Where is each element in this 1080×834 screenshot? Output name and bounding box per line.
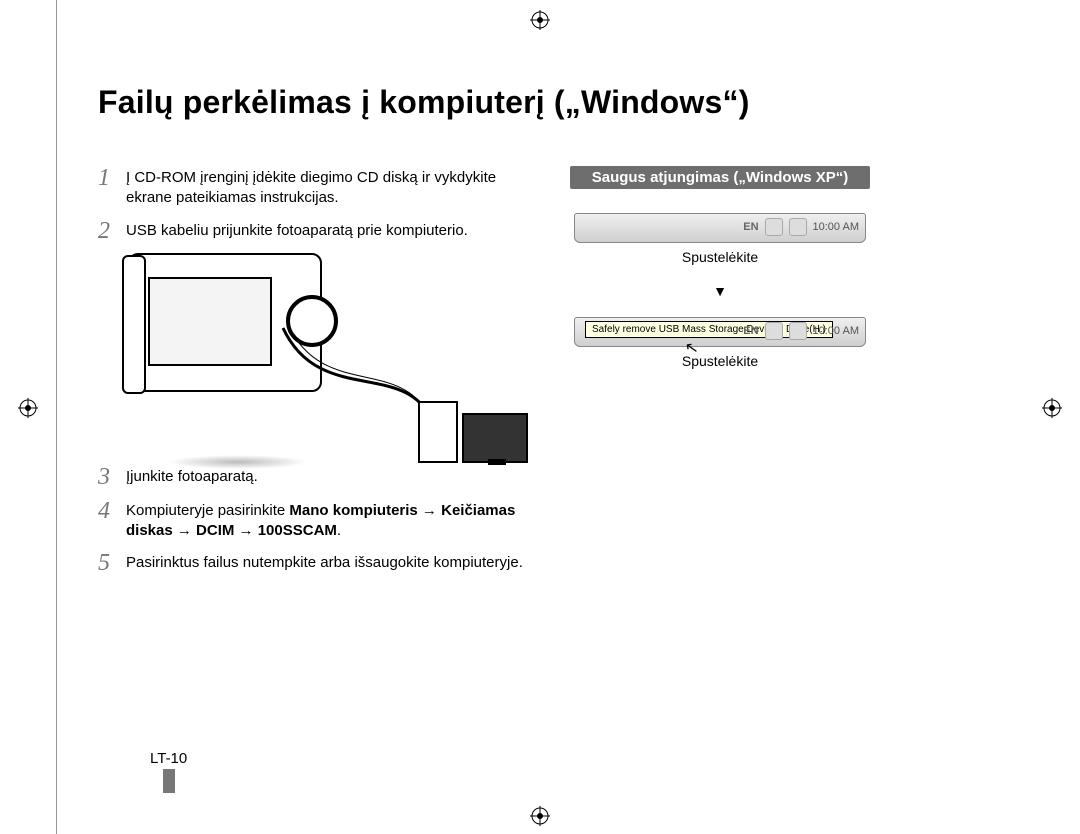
step-5: 5 Pasirinktus failus nutempkite arba išs… (98, 551, 528, 575)
camera-to-pc-illustration (128, 253, 528, 463)
down-arrow-icon: ▼ (570, 283, 870, 299)
click-label: Spustelėkite (570, 353, 870, 369)
registration-mark-icon (18, 398, 38, 418)
language-indicator: EN (743, 325, 758, 337)
step-text: Pasirinktus failus nutempkite arba išsau… (126, 551, 523, 573)
step-3: 3 Įjunkite fotoaparatą. (98, 465, 528, 489)
click-label: Spustelėkite (570, 249, 870, 265)
monitor-icon (462, 413, 528, 463)
taskbar-tray: EN 10:00 AM (574, 213, 866, 243)
registration-mark-icon (1042, 398, 1062, 418)
step-4: 4 Kompiuteryje pasirinkite Mano kompiute… (98, 499, 528, 542)
step-number: 5 (98, 551, 126, 575)
page-number: LT-10 (150, 750, 187, 793)
cursor-icon: ↖ (683, 337, 700, 359)
steps-list: 1 Į CD-ROM įrenginį įdėkite diegimo CD d… (98, 166, 528, 585)
step-text: USB kabeliu prijunkite fotoaparatą prie … (126, 219, 468, 241)
taskbar-tray-with-tooltip: Safely remove USB Mass Storage Device - … (574, 317, 866, 347)
safely-remove-hardware-icon[interactable] (765, 322, 783, 340)
step-number: 1 (98, 166, 126, 190)
registration-mark-icon (530, 10, 550, 30)
step-text: Kompiuteryje pasirinkite Mano kompiuteri… (126, 499, 528, 542)
step-1: 1 Į CD-ROM įrenginį įdėkite diegimo CD d… (98, 166, 528, 209)
clock: 10:00 AM (813, 325, 859, 337)
safe-removal-panel: Saugus atjungimas („Windows XP“) EN 10:0… (570, 166, 870, 369)
step-text: Į CD-ROM įrenginį įdėkite diegimo CD dis… (126, 166, 528, 209)
safely-remove-hardware-icon[interactable] (765, 218, 783, 236)
step-number: 4 (98, 499, 126, 523)
step-2: 2 USB kabeliu prijunkite fotoaparatą pri… (98, 219, 528, 243)
page-title: Failų perkėlimas į kompiuterį („Windows“… (98, 84, 750, 121)
tray-icon (789, 322, 807, 340)
panel-header: Saugus atjungimas („Windows XP“) (570, 166, 870, 189)
registration-mark-icon (530, 806, 550, 826)
clock: 10:00 AM (813, 221, 859, 233)
step-number: 2 (98, 219, 126, 243)
crop-line (56, 0, 57, 834)
tray-icon (789, 218, 807, 236)
language-indicator: EN (743, 221, 758, 233)
pc-tower-icon (418, 401, 458, 463)
step-number: 3 (98, 465, 126, 489)
